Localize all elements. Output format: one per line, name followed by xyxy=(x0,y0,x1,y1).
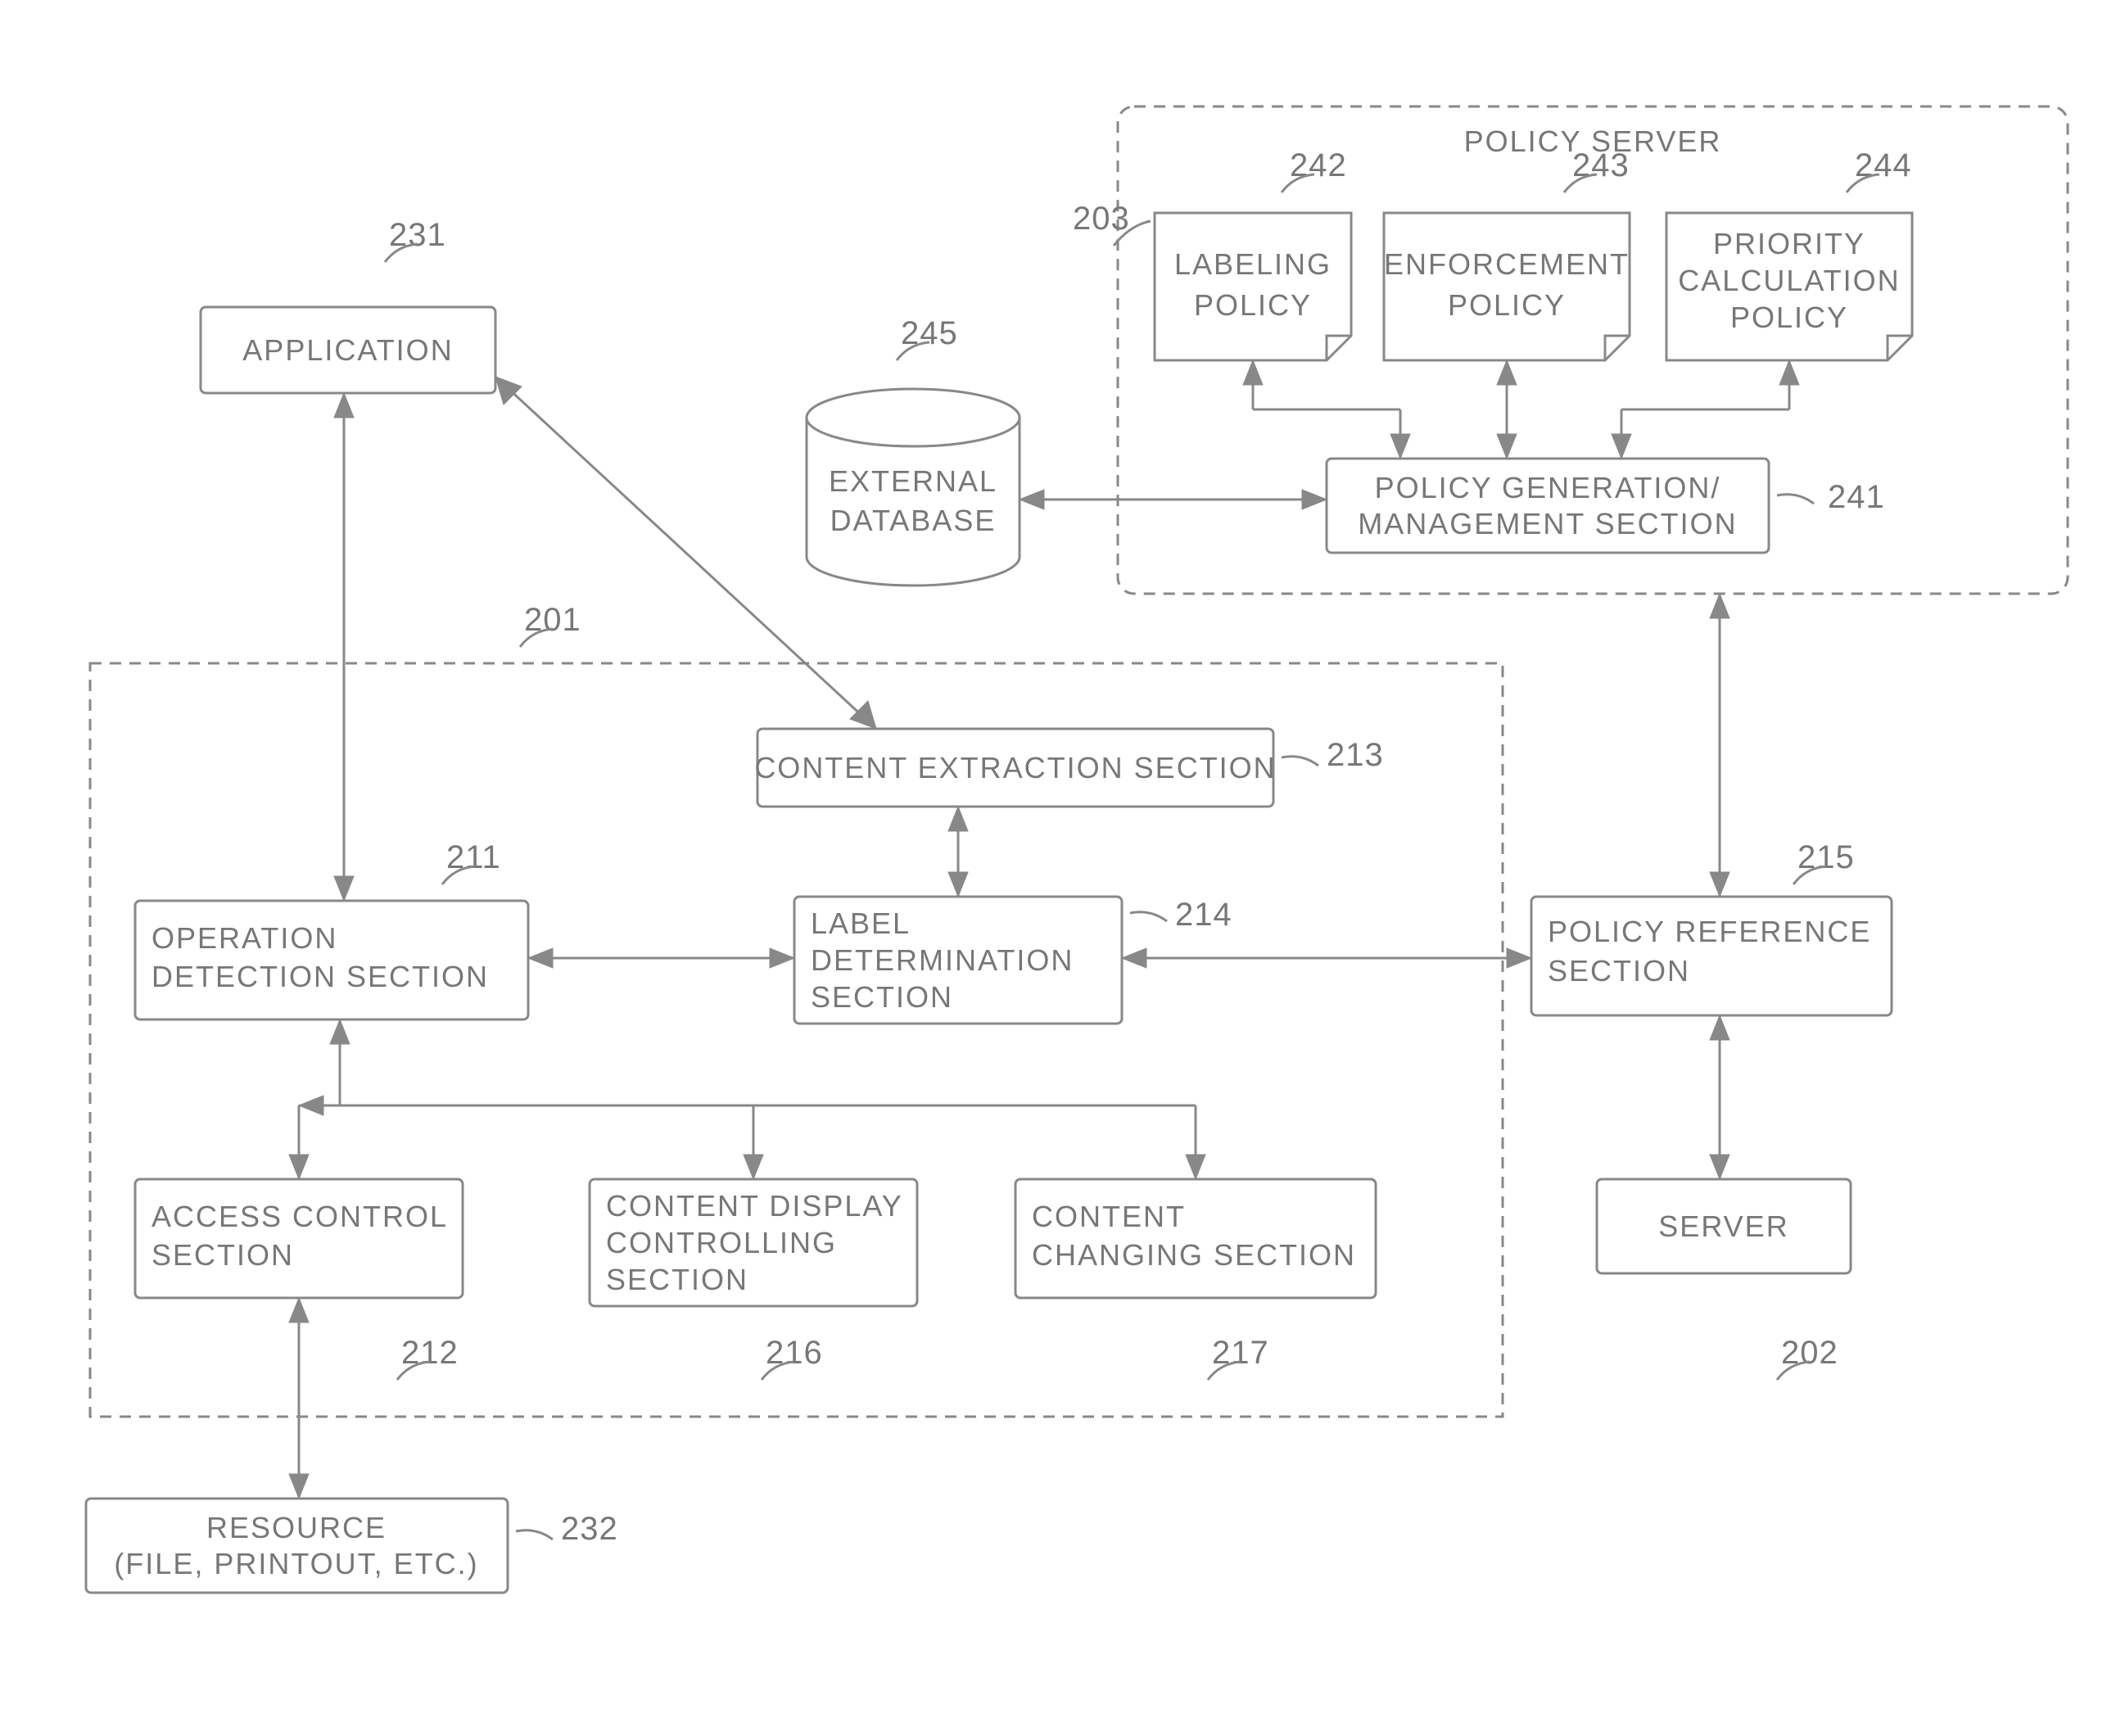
cc-ref: 217 xyxy=(1212,1335,1269,1371)
resource-box: RESOURCE (FILE, PRINTOUT, ETC.) 232 xyxy=(86,1499,618,1593)
conn-od-ld xyxy=(528,948,794,968)
main-container: 201 xyxy=(90,602,1503,1417)
enforcement-l2: POLICY xyxy=(1448,288,1566,322)
conn-ld-pr xyxy=(1122,948,1531,968)
labeling-l2: POLICY xyxy=(1194,288,1312,322)
extdb-ref: 245 xyxy=(901,315,958,351)
conn-app-opdetect xyxy=(334,393,354,901)
pr-l1: POLICY REFERENCE xyxy=(1548,915,1871,948)
ce-ref: 213 xyxy=(1327,737,1384,773)
ld-l3: SECTION xyxy=(811,980,953,1014)
application-label: APPLICATION xyxy=(242,333,453,367)
ld-l2: DETERMINATION xyxy=(811,943,1074,977)
res-l1: RESOURCE xyxy=(206,1511,387,1544)
mgmt-ref: 241 xyxy=(1828,479,1885,515)
main-ref: 201 xyxy=(524,602,581,638)
policy-mgmt-box: POLICY GENERATION/ MANAGEMENT SECTION 24… xyxy=(1327,459,1885,553)
ld-l1: LABEL xyxy=(811,906,911,940)
mgmt-l2: MANAGEMENT SECTION xyxy=(1358,507,1737,540)
od-l1: OPERATION xyxy=(151,921,337,955)
priority-policy-doc: PRIORITY CALCULATION POLICY 244 xyxy=(1666,147,1912,360)
application-box: APPLICATION 231 xyxy=(201,217,495,393)
ac-ref: 212 xyxy=(401,1335,459,1371)
pr-ref: 215 xyxy=(1797,839,1855,875)
server-label: SERVER xyxy=(1658,1209,1788,1243)
labeling-policy-doc: LABELING POLICY 242 xyxy=(1155,147,1351,360)
ac-l2: SECTION xyxy=(151,1238,294,1272)
policy-server-ref: 203 xyxy=(1073,201,1130,237)
conn-mgmt-enforcement xyxy=(1497,360,1517,459)
cc-l2: CHANGING SECTION xyxy=(1032,1238,1356,1272)
priority-l1: PRIORITY xyxy=(1713,227,1865,260)
application-ref: 231 xyxy=(389,217,446,253)
conn-ac-resource xyxy=(289,1298,309,1499)
priority-l3: POLICY xyxy=(1730,301,1848,334)
policy-reference-box: POLICY REFERENCE SECTION 215 xyxy=(1531,839,1892,1015)
conn-mgmt-labeling xyxy=(1243,360,1410,459)
enforcement-l1: ENFORCEMENT xyxy=(1384,247,1630,281)
label-determination-box: LABEL DETERMINATION SECTION 214 xyxy=(794,897,1232,1024)
policy-server-group: POLICY SERVER 203 LABELING POLICY 242 EN… xyxy=(1073,106,2068,594)
ac-l1: ACCESS CONTROL xyxy=(151,1200,448,1233)
operation-detection-box: OPERATION DETECTION SECTION 211 xyxy=(135,839,528,1019)
cd-ref: 216 xyxy=(766,1335,823,1371)
conn-pr-server xyxy=(1710,1015,1729,1179)
mgmt-l1: POLICY GENERATION/ xyxy=(1375,471,1721,504)
cd-l1: CONTENT DISPLAY xyxy=(606,1189,903,1223)
conn-pr-policyserver xyxy=(1710,594,1729,897)
pr-l2: SECTION xyxy=(1548,954,1690,988)
server-box: SERVER 202 xyxy=(1597,1179,1851,1380)
conn-mgmt-priority xyxy=(1612,360,1799,459)
extdb-l1: EXTERNAL xyxy=(829,464,997,498)
server-ref: 202 xyxy=(1781,1335,1838,1371)
priority-l2: CALCULATION xyxy=(1678,264,1900,297)
diagram-canvas: POLICY SERVER 203 LABELING POLICY 242 EN… xyxy=(0,0,2107,1736)
ce-l1: CONTENT EXTRACTION SECTION xyxy=(754,751,1276,784)
extdb-l2: DATABASE xyxy=(830,504,997,537)
content-changing-box: CONTENT CHANGING SECTION 217 xyxy=(1015,1179,1376,1380)
external-db: EXTERNAL DATABASE 245 xyxy=(807,315,1020,585)
ld-ref: 214 xyxy=(1175,897,1232,933)
content-display-box: CONTENT DISPLAY CONTROLLING SECTION 216 xyxy=(590,1179,917,1380)
conn-app-contentextract xyxy=(495,377,876,729)
conn-db-mgmt xyxy=(1020,490,1327,509)
res-ref: 232 xyxy=(561,1511,618,1547)
od-ref: 211 xyxy=(446,839,501,875)
enforcement-policy-doc: ENFORCEMENT POLICY 243 xyxy=(1384,147,1630,360)
cc-l1: CONTENT xyxy=(1032,1200,1186,1233)
cd-l2: CONTROLLING xyxy=(606,1226,837,1259)
content-extraction-box: CONTENT EXTRACTION SECTION 213 xyxy=(754,729,1383,807)
labeling-l1: LABELING xyxy=(1174,247,1332,281)
res-l2: (FILE, PRINTOUT, ETC.) xyxy=(114,1547,478,1580)
cd-l3: SECTION xyxy=(606,1263,748,1296)
conn-ce-ld xyxy=(948,807,968,897)
conn-od-bus xyxy=(289,1019,1205,1179)
od-l2: DETECTION SECTION xyxy=(151,960,489,993)
